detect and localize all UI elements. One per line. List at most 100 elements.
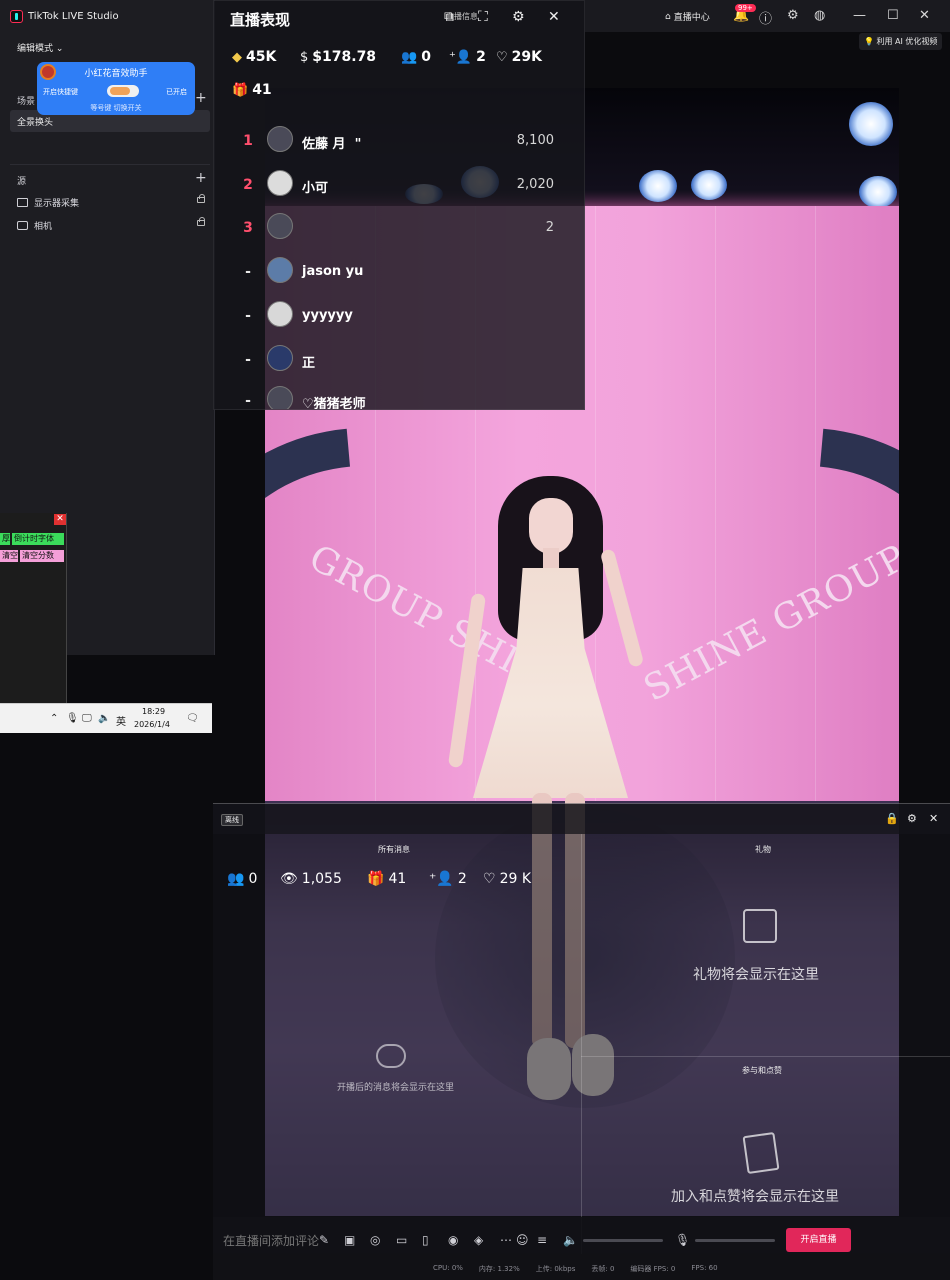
volume-icon[interactable]: 🔈 [98, 713, 110, 724]
tab-gifts[interactable]: 礼物 [755, 844, 771, 855]
tray-date[interactable]: 2026/1/4 [134, 720, 170, 729]
screen-icon[interactable]: ▭ [396, 1233, 407, 1247]
camera-settings-icon[interactable]: ◈ [474, 1233, 483, 1247]
effects-icon[interactable]: ▣ [344, 1233, 355, 1247]
close-icon[interactable]: ✕ [929, 812, 938, 825]
mini-tool-button[interactable]: 厚 [0, 533, 10, 545]
stage-spotlight [691, 170, 727, 200]
minimize-icon[interactable]: — [853, 8, 866, 23]
emoji-icon[interactable]: ☺ [516, 1233, 529, 1247]
chat-events-panel: 离线 🔒 ⚙ ✕ 所有消息 礼物 👥 0 👁 1,055 🎁 41 ⁺👤 2 ♡ 29 K… [213, 803, 950, 1254]
close-icon[interactable]: ✕ [548, 9, 560, 25]
divider [10, 164, 210, 165]
ai-optimize-button[interactable]: 💡 利用 AI 优化视频 [859, 33, 943, 50]
more-icon[interactable]: ⋯ [500, 1233, 512, 1247]
clear-button[interactable]: 清空 [0, 550, 18, 562]
edit-mode-dropdown[interactable]: 编辑模式 ⌄ [17, 41, 63, 54]
lock-icon[interactable] [197, 194, 205, 203]
phone-icon[interactable]: ▯ [422, 1233, 429, 1247]
close-icon[interactable]: ✕ [919, 8, 930, 23]
mic-volume-slider[interactable] [695, 1239, 775, 1242]
tiktok-logo-icon [10, 9, 23, 23]
settings-icon[interactable]: ⚙ [512, 9, 525, 25]
camera-icon [17, 220, 28, 230]
windows-taskbar: ⌃ 🎙 🖵 🔈 英 18:29 2026/1/4 🗨 [0, 703, 212, 733]
source-section-label: 源 [17, 177, 27, 187]
chevron-up-icon[interactable]: ⌃ [50, 713, 58, 724]
live-center-button[interactable]: ⌂ 直播中心 [665, 10, 710, 24]
close-icon[interactable]: ✕ [54, 514, 66, 525]
bottom-toolbar: ✎ ▣ ◎ ▭ ▯ ◉ ◈ ⋯ ☺ ≡ 🔈 🎙 开启直播 CPU: 0% 内存:… [213, 1217, 950, 1280]
add-source-button[interactable]: + [195, 170, 207, 186]
stat-diamonds: ◆ 45K [232, 49, 277, 65]
source-item-camera[interactable]: 相机 [17, 217, 207, 233]
sliders-icon[interactable]: ≡ [537, 1233, 547, 1247]
home-icon: ⌂ [665, 11, 671, 22]
clear-score-button[interactable]: 清空分数 [20, 550, 64, 562]
helper-title: 小红花音效助手 [84, 69, 148, 79]
lock-icon[interactable] [197, 217, 205, 226]
source-item-display-capture[interactable]: 显示器采集 [17, 194, 207, 210]
top-toolbar: ⌂ 直播中心 🔔 99+ ⓘ ⚙ ◍ — ☐ ✕ [585, 0, 950, 32]
chat-stat-gifts: 🎁 41 [367, 871, 407, 887]
magic-wand-icon[interactable]: ✎ [319, 1233, 329, 1247]
heart-icon: ♡ [483, 871, 496, 887]
panel-title: 直播表现 [230, 11, 291, 29]
stat-likes: ♡ 29K [496, 49, 542, 65]
maximize-icon[interactable]: ☐ [887, 8, 899, 23]
comment-input[interactable] [223, 1227, 353, 1255]
app-title-bar: TikTok LIVE Studio [0, 0, 215, 32]
chat-bubble-icon [376, 1044, 406, 1068]
gift-icon [743, 909, 777, 943]
chat-stat-followers: ⁺👤 2 [429, 871, 467, 887]
settings-icon[interactable]: ⚙ [787, 8, 799, 23]
add-user-icon: ⁺👤 [449, 49, 473, 65]
fullscreen-icon[interactable]: ⛶ [478, 9, 488, 25]
tab-all-messages[interactable]: 所有消息 [378, 844, 410, 855]
clipboard-icon [742, 1131, 780, 1175]
helper-hotkey-label: 开启快捷键 [43, 88, 78, 96]
add-user-icon: ⁺👤 [429, 871, 454, 887]
notification-icon[interactable]: 🗨 [186, 713, 199, 724]
monitor-icon [17, 197, 28, 207]
stage-spotlight [859, 176, 897, 208]
go-live-button[interactable]: 开启直播 [786, 1228, 851, 1252]
countdown-font-button[interactable]: 倒计时字体 [12, 533, 64, 545]
ime-indicator[interactable]: 英 [116, 713, 126, 728]
popout-icon[interactable]: ⧉ [444, 9, 454, 25]
help-icon[interactable]: ⓘ [759, 8, 772, 27]
microphone-icon[interactable]: 🎙 [675, 1233, 690, 1247]
sound-effect-helper-widget[interactable]: 小红花音效助手 开启快捷键 已开启 等号键 切换开关 [37, 62, 195, 115]
ranking-row[interactable]: - ♡猪猪老师 [230, 381, 570, 409]
stat-gifts: 🎁 41 [232, 82, 272, 98]
ranking-row[interactable]: 3 2 [230, 208, 570, 248]
microphone-icon[interactable]: 🎙 [66, 713, 79, 724]
lock-icon[interactable]: 🔒 [885, 812, 899, 825]
add-scene-button[interactable]: + [195, 90, 207, 106]
settings-icon[interactable]: ⚙ [907, 812, 917, 825]
speaker-icon[interactable]: 🔈 [563, 1233, 578, 1247]
speaker-volume-slider[interactable] [583, 1239, 663, 1242]
helper-toggle-switch[interactable] [107, 85, 139, 97]
join-empty-state: 加入和点赞将会显示在这里 [671, 1189, 839, 1205]
ranking-row[interactable]: - jason yu [230, 252, 570, 292]
tray-time[interactable]: 18:29 [142, 707, 165, 716]
ranking-row[interactable]: - yyyyyy [230, 296, 570, 336]
chat-stat-views: 👁 1,055 [280, 871, 342, 887]
flower-icon[interactable] [40, 64, 56, 80]
record-icon[interactable]: ◉ [448, 1233, 458, 1247]
avatar[interactable]: ◍ [814, 8, 825, 23]
avatar [267, 257, 293, 283]
ranking-row[interactable]: 2 小可 2,020 [230, 165, 570, 205]
network-icon[interactable]: 🖵 [82, 713, 92, 724]
tab-join-and-likes[interactable]: 参与和点赞 [742, 1065, 782, 1076]
beauty-icon[interactable]: ◎ [370, 1233, 380, 1247]
stat-viewers: 👥 0 [401, 49, 431, 65]
app-title: TikTok LIVE Studio [28, 10, 119, 22]
ranking-row[interactable]: - 正 [230, 340, 570, 380]
chat-empty-state: 开播后的消息将会显示在这里 [337, 1083, 455, 1093]
users-icon: 👥 [227, 871, 245, 887]
users-icon: 👥 [401, 49, 418, 65]
scene-section-label: 场景 [17, 97, 36, 107]
ranking-row[interactable]: 1 佐藤 月 " 8,100 [230, 121, 570, 161]
